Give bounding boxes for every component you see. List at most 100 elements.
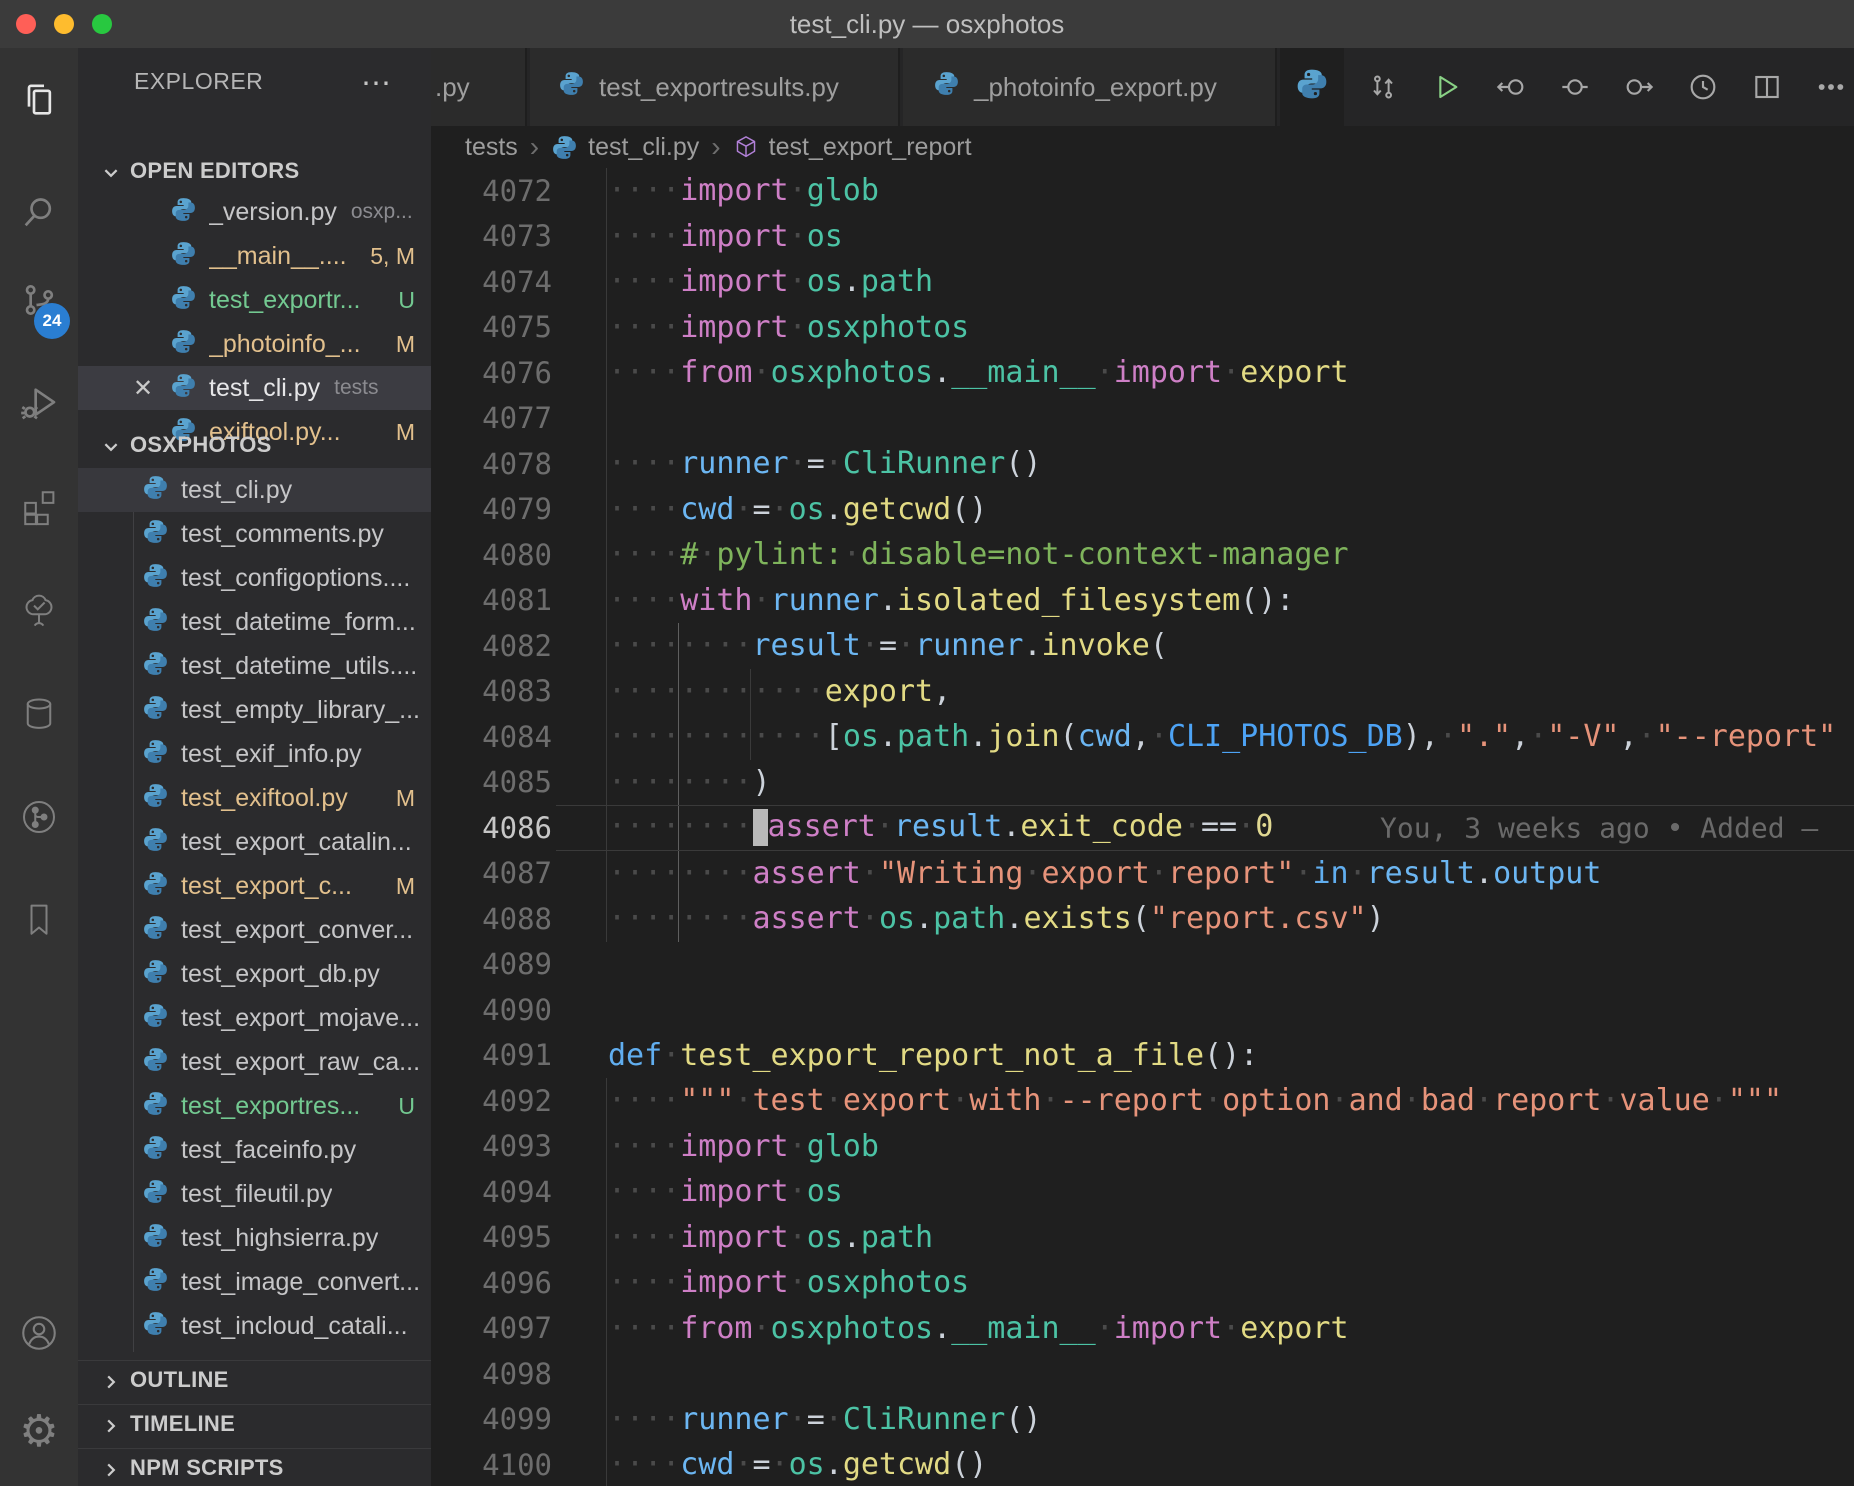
line-number[interactable]: 4083 [431,674,552,708]
code-line[interactable]: 4072····import·glob [431,168,1854,214]
code-line[interactable]: 4076····from·osxphotos.__main__·import·e… [431,350,1854,396]
line-number[interactable]: 4097 [431,1311,552,1345]
file-tree-item[interactable]: test_exif_info.py [78,732,431,776]
line-number[interactable]: 4074 [431,265,552,299]
more-actions-icon[interactable]: ⋯ [361,66,393,101]
code-line[interactable]: 4089 [431,942,1854,988]
file-tree-item[interactable]: test_export_c...M [78,864,431,908]
file-tree-item[interactable]: test_empty_library_... [78,688,431,732]
open-editor-item[interactable]: __main__....5, M [78,234,431,278]
code-line[interactable]: 4078····runner·=·CliRunner() [431,441,1854,487]
open-editor-item[interactable]: _version.pyosxp... [78,190,431,234]
split-editor-icon[interactable] [1735,48,1799,126]
code-line[interactable]: 4074····import·os.path [431,259,1854,305]
file-tree-item[interactable]: test_export_raw_ca... [78,1040,431,1084]
file-tree-item[interactable]: test_incloud_catali... [78,1304,431,1348]
compare-changes-icon[interactable] [1351,48,1415,126]
code-line[interactable]: 4097····from·osxphotos.__main__·import·e… [431,1306,1854,1352]
file-tree-item[interactable]: test_datetime_utils.... [78,644,431,688]
line-number[interactable]: 4085 [431,765,552,799]
tab-photoinfo-export[interactable]: _photoinfo_export.py [903,48,1277,126]
git-graph-icon[interactable] [0,781,78,853]
code-line[interactable]: 4091def·test_export_report_not_a_file(): [431,1033,1854,1079]
code-line[interactable]: 4095····import·os.path [431,1215,1854,1261]
project-header[interactable]: OSXPHOTOS [78,426,431,464]
file-tree-item[interactable]: test_comments.py [78,512,431,556]
open-editors-header[interactable]: OPEN EDITORS [78,152,431,190]
file-tree-item[interactable]: test_export_mojave... [78,996,431,1040]
tab-active-python[interactable] [1280,48,1344,126]
settings-gear-icon[interactable]: ⚙ [0,1396,78,1468]
line-number[interactable]: 4078 [431,447,552,481]
arrow-circle-left-icon[interactable] [1479,48,1543,126]
line-number[interactable]: 4088 [431,902,552,936]
more-actions-icon[interactable] [1799,48,1854,126]
line-number[interactable]: 4087 [431,856,552,890]
line-number[interactable]: 4091 [431,1038,552,1072]
test-tree-icon[interactable] [0,574,78,646]
line-number[interactable]: 4100 [431,1448,552,1482]
extensions-icon[interactable] [0,470,78,542]
line-number[interactable]: 4072 [431,174,552,208]
code-line[interactable]: 4096····import·osxphotos [431,1260,1854,1306]
code-line[interactable]: 4079····cwd·=·os.getcwd() [431,487,1854,533]
timeline-section[interactable]: TIMELINE [78,1404,431,1442]
run-and-debug-icon[interactable] [0,367,78,439]
history-icon[interactable] [1671,48,1735,126]
database-icon[interactable] [0,678,78,750]
file-tree-item[interactable]: test_export_conver... [78,908,431,952]
code-editor[interactable]: 4072····import·glob4073····import·os4074… [431,168,1854,1486]
line-number[interactable]: 4096 [431,1266,552,1300]
open-editor-item[interactable]: ✕ test_cli.pytests [78,366,431,410]
npm-scripts-section[interactable]: NPM SCRIPTS [78,1448,431,1486]
line-number[interactable]: 4080 [431,538,552,572]
code-line[interactable]: 4083············export, [431,669,1854,715]
file-tree-item[interactable]: test_exiftool.pyM [78,776,431,820]
file-tree-item[interactable]: test_faceinfo.py [78,1128,431,1172]
code-line[interactable]: 4073····import·os [431,214,1854,260]
close-icon[interactable]: ✕ [130,374,156,403]
code-line[interactable]: 4088········assert·os.path.exists("repor… [431,896,1854,942]
code-line[interactable]: 4098 [431,1351,1854,1397]
code-line[interactable]: 4086········assert·result.exit_code·==·0… [431,805,1854,851]
file-tree-item[interactable]: test_configoptions.... [78,556,431,600]
code-line[interactable]: 4092····"""·test·export·with·--report·op… [431,1078,1854,1124]
outline-section[interactable]: OUTLINE [78,1360,431,1398]
line-number[interactable]: 4081 [431,583,552,617]
line-number[interactable]: 4076 [431,356,552,390]
line-number[interactable]: 4084 [431,720,552,754]
explorer-icon[interactable] [0,64,78,136]
line-number[interactable]: 4095 [431,1220,552,1254]
line-number[interactable]: 4098 [431,1357,552,1391]
code-line[interactable]: 4081····with·runner.isolated_filesystem(… [431,578,1854,624]
code-line[interactable]: 4100····cwd·=·os.getcwd() [431,1442,1854,1486]
tab-test-exportresults[interactable]: test_exportresults.py [530,48,900,126]
file-tree-item[interactable]: test_cli.py [78,468,431,512]
code-line[interactable]: 4087········assert·"Writing·export·repor… [431,851,1854,897]
line-number[interactable]: 4089 [431,947,552,981]
line-number[interactable]: 4090 [431,993,552,1027]
line-number[interactable]: 4094 [431,1175,552,1209]
line-number[interactable]: 4093 [431,1129,552,1163]
arrow-circle-right-icon[interactable] [1607,48,1671,126]
account-icon[interactable] [0,1297,78,1369]
code-line[interactable]: 4085········) [431,760,1854,806]
line-number[interactable]: 4077 [431,401,552,435]
file-tree-item[interactable]: test_image_convert... [78,1260,431,1304]
breadcrumb-item-file[interactable]: test_cli.py [588,133,699,162]
code-line[interactable]: 4077 [431,396,1854,442]
code-line[interactable]: 4093····import·glob [431,1124,1854,1170]
line-number[interactable]: 4079 [431,492,552,526]
line-number[interactable]: 4075 [431,310,552,344]
line-number[interactable]: 4082 [431,629,552,663]
open-editor-item[interactable]: _photoinfo_...M [78,322,431,366]
line-number[interactable]: 4073 [431,219,552,253]
breadcrumb-item-tests[interactable]: tests [465,133,518,162]
breadcrumb-item-symbol[interactable]: test_export_report [769,133,972,162]
line-number[interactable]: 4086 [431,811,552,845]
file-tree-item[interactable]: test_exportres...U [78,1084,431,1128]
code-line[interactable]: 4099····runner·=·CliRunner() [431,1397,1854,1443]
code-line[interactable]: 4090 [431,987,1854,1033]
file-tree-item[interactable]: test_fileutil.py [78,1172,431,1216]
file-tree-item[interactable]: test_export_db.py [78,952,431,996]
